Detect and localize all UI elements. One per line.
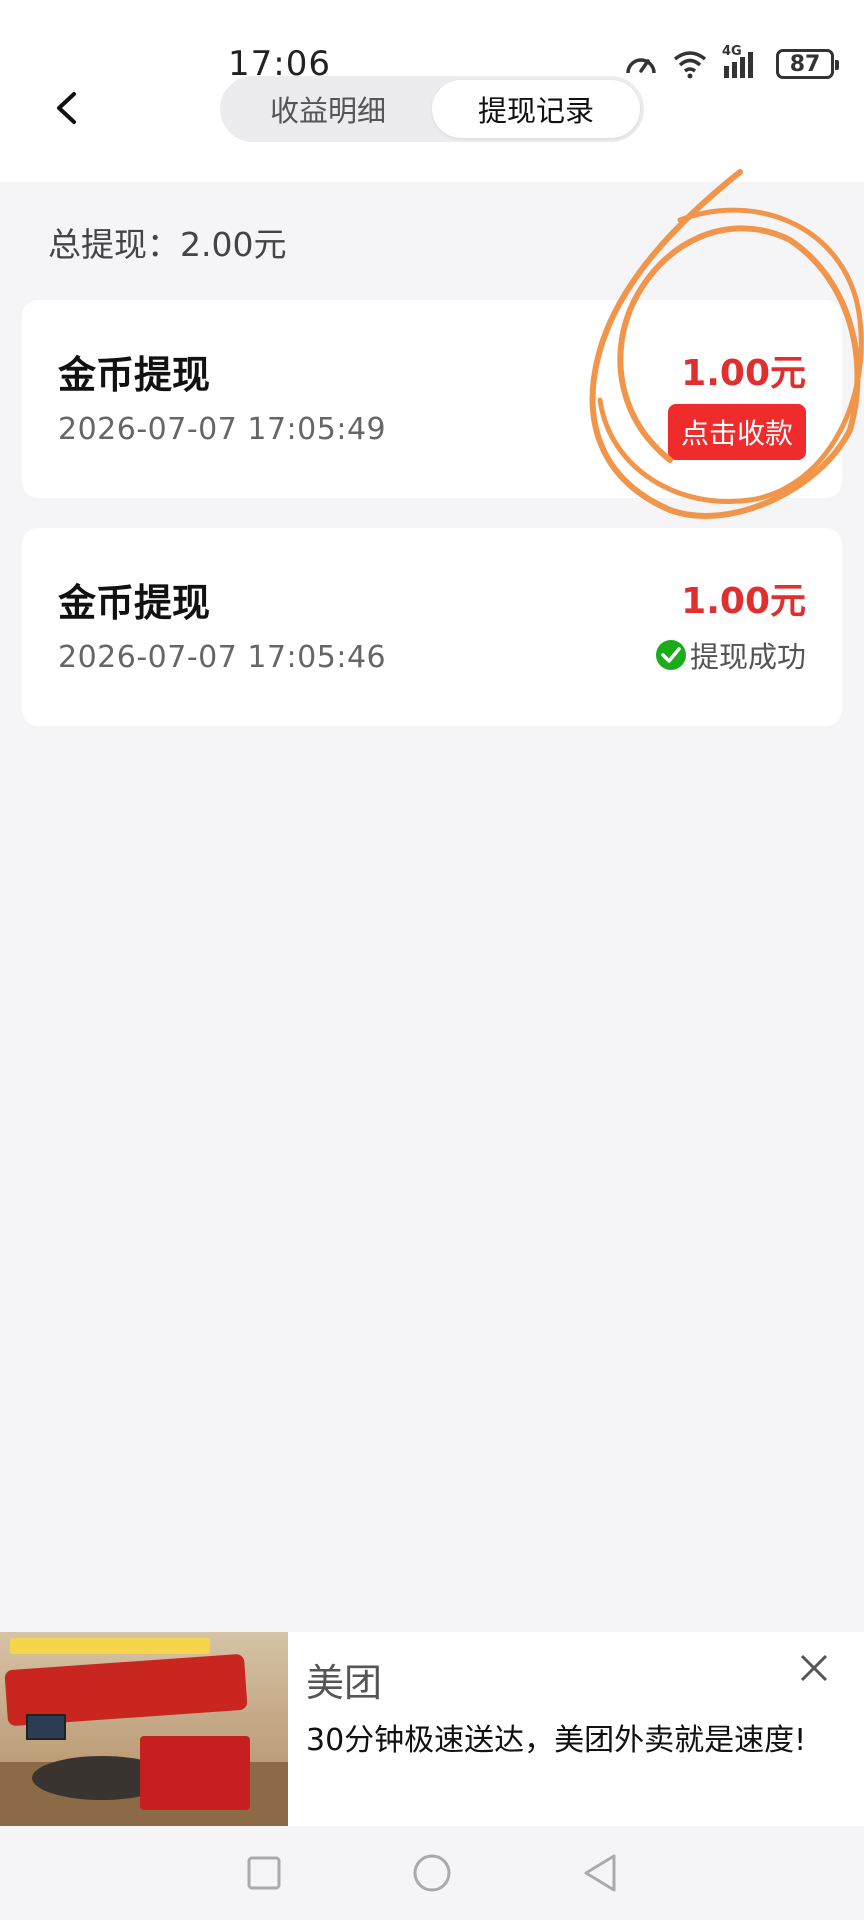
back-button[interactable] <box>44 86 88 130</box>
ad-description: 30分钟极速送达，美团外卖就是速度! <box>306 1723 807 1758</box>
check-circle-icon <box>655 640 686 670</box>
tab-earnings-detail[interactable]: 收益明细 <box>224 80 432 138</box>
tab-withdrawal-records[interactable]: 提现记录 <box>432 80 640 138</box>
record-title: 金币提现 <box>58 581 211 625</box>
signal-icon: 4G <box>722 44 762 80</box>
status-icons: 4G 87 <box>624 44 839 82</box>
wifi-icon <box>673 51 707 79</box>
ad-product-box <box>140 1736 250 1810</box>
system-nav-bar <box>0 1826 864 1920</box>
square-icon <box>247 1856 281 1890</box>
record-amount: 1.00元 <box>681 581 806 622</box>
close-icon <box>800 1654 828 1682</box>
record-amount: 1.00元 <box>681 353 806 394</box>
record-time: 2026-07-07 17:05:46 <box>58 640 387 675</box>
status-label: 提现成功 <box>689 640 806 674</box>
record-card: 金币提现 2026-07-07 17:05:46 1.00元 提现成功 <box>22 528 842 726</box>
chevron-left-icon <box>57 92 76 124</box>
record-time: 2026-07-07 17:05:49 <box>58 412 387 447</box>
withdrawal-status: 提现成功 <box>655 634 806 676</box>
ad-tv-shape <box>26 1714 66 1740</box>
triangle-back-icon <box>584 1854 616 1892</box>
header: 17:06 4G 87 收益明细 提现记录 <box>0 0 864 182</box>
back-nav-button[interactable] <box>576 1849 624 1897</box>
tab-switcher: 收益明细 提现记录 <box>220 76 644 142</box>
ad-image[interactable] <box>0 1632 288 1826</box>
home-button[interactable] <box>408 1849 456 1897</box>
ad-close-button[interactable] <box>794 1648 834 1688</box>
circle-icon <box>413 1854 451 1892</box>
ad-banner[interactable]: 美团 30分钟极速送达，美团外卖就是速度! <box>0 1632 864 1826</box>
speed-icon <box>626 58 656 74</box>
record-title: 金币提现 <box>58 353 211 397</box>
collect-payment-button[interactable]: 点击收款 <box>668 404 806 460</box>
withdrawal-records-page: 17:06 4G 87 收益明细 提现记录 总提现：2.00元 金币提现 202… <box>0 0 864 1920</box>
ad-brand-strip <box>10 1638 210 1654</box>
battery-icon: 87 <box>776 49 839 79</box>
record-card: 金币提现 2026-07-07 17:05:49 1.00元 点击收款 <box>22 300 842 498</box>
total-withdrawal: 总提现：2.00元 <box>48 225 287 264</box>
recent-apps-button[interactable] <box>240 1849 288 1897</box>
ad-brand-name: 美团 <box>306 1661 383 1705</box>
